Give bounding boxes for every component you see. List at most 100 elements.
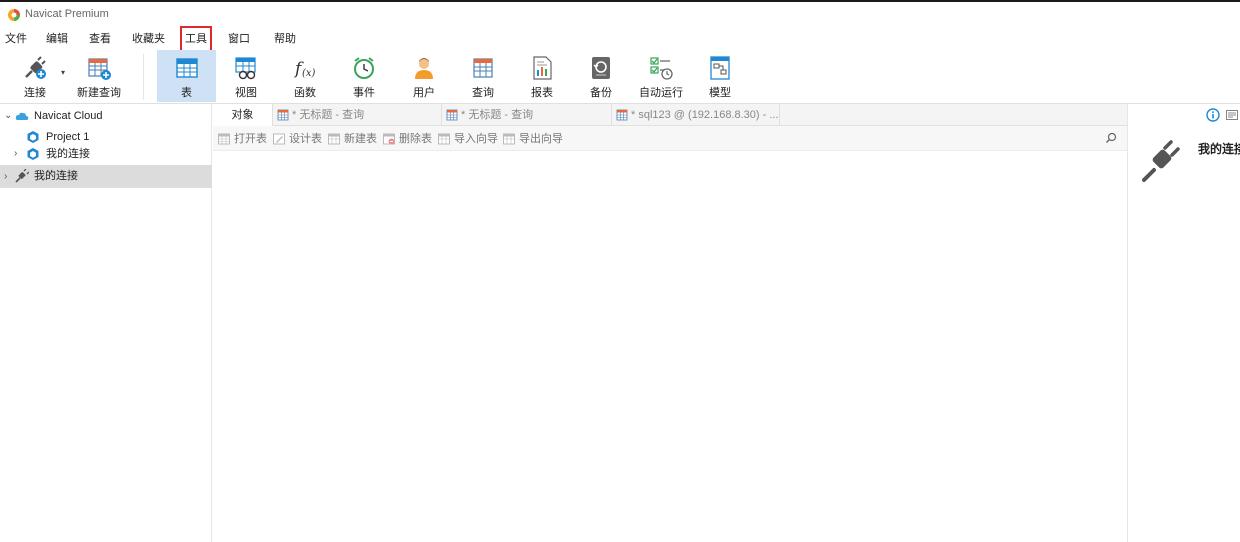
toolbar-separator bbox=[143, 54, 144, 100]
table-button[interactable]: 表 bbox=[157, 50, 216, 102]
model-icon bbox=[710, 56, 730, 80]
user-icon bbox=[415, 58, 433, 79]
design-table-icon bbox=[273, 133, 285, 145]
connect-label: 连接 bbox=[24, 87, 46, 99]
menu-tools[interactable]: 工具 bbox=[180, 26, 212, 52]
user-button[interactable]: 用户 bbox=[398, 50, 450, 102]
automation-icon bbox=[650, 57, 673, 80]
import-wizard-button[interactable]: 导入向导 bbox=[438, 132, 500, 146]
object-toolbar: 打开表 设计表 新建表 删除表 导入向导 导出向导 bbox=[213, 126, 1127, 151]
table-label: 表 bbox=[181, 87, 192, 99]
window-title: Navicat Premium bbox=[25, 8, 109, 20]
automation-label: 自动运行 bbox=[639, 87, 683, 99]
automation-button[interactable]: 自动运行 bbox=[634, 50, 688, 102]
view-button[interactable]: 视图 bbox=[220, 50, 272, 102]
ddl-icon[interactable] bbox=[1226, 110, 1238, 120]
query-button[interactable]: 查询 bbox=[457, 50, 509, 102]
project-icon bbox=[27, 131, 39, 143]
new-query-label: 新建查询 bbox=[77, 87, 121, 99]
export-wizard-button[interactable]: 导出向导 bbox=[503, 132, 565, 146]
model-label: 模型 bbox=[709, 87, 731, 99]
menu-bar: 文件 编辑 查看 收藏夹 工具 窗口 帮助 bbox=[0, 26, 1240, 52]
open-table-icon bbox=[218, 133, 230, 145]
chevron-down-icon[interactable]: ⌄ bbox=[4, 106, 12, 126]
event-button[interactable]: 事件 bbox=[338, 50, 390, 102]
delete-table-button[interactable]: 删除表 bbox=[383, 132, 435, 146]
report-icon bbox=[533, 56, 552, 80]
tree-item-local-connections[interactable]: › 我的连接 bbox=[0, 165, 212, 188]
backup-icon bbox=[592, 57, 610, 79]
info-icon[interactable] bbox=[1206, 108, 1220, 122]
plug-icon bbox=[25, 56, 46, 79]
tab-query-3-label: * sql123 @ (192.168.8.30) - ... bbox=[631, 109, 779, 121]
tab-query-2[interactable]: * 无标题 - 查询 bbox=[442, 104, 612, 126]
svg-text:(x): (x) bbox=[302, 68, 316, 79]
open-table-button[interactable]: 打开表 bbox=[218, 132, 270, 146]
design-table-button[interactable]: 设计表 bbox=[273, 132, 325, 146]
query-icon bbox=[446, 109, 458, 121]
user-label: 用户 bbox=[413, 87, 435, 99]
project-icon bbox=[27, 148, 39, 160]
query-icon bbox=[473, 58, 493, 78]
cloud-icon bbox=[15, 112, 29, 120]
delete-table-label: 删除表 bbox=[399, 133, 432, 145]
main-toolbar: 连接 ▾ 新建查询 表 视图 f (x) 函数 事件 用户 查询 报表 备份 自… bbox=[0, 50, 1240, 104]
model-button[interactable]: 模型 bbox=[694, 50, 746, 102]
query-icon bbox=[277, 109, 289, 121]
design-table-label: 设计表 bbox=[289, 133, 322, 145]
menu-window[interactable]: 窗口 bbox=[228, 31, 250, 47]
new-table-button[interactable]: 新建表 bbox=[328, 132, 380, 146]
report-button[interactable]: 报表 bbox=[516, 50, 568, 102]
open-table-label: 打开表 bbox=[234, 133, 267, 145]
new-table-label: 新建表 bbox=[344, 133, 377, 145]
function-button[interactable]: f (x) 函数 bbox=[279, 50, 331, 102]
query-label: 查询 bbox=[472, 87, 494, 99]
query-icon bbox=[616, 109, 628, 121]
connection-tree: ⌄ Navicat Cloud Project 1 › 我的连接 › 我的连接 bbox=[0, 104, 212, 542]
tab-query-1-label: * 无标题 - 查询 bbox=[292, 109, 365, 121]
backup-button[interactable]: 备份 bbox=[575, 50, 627, 102]
tab-objects[interactable]: 对象 bbox=[213, 104, 273, 126]
plug-icon bbox=[1142, 140, 1180, 182]
new-query-button[interactable]: 新建查询 bbox=[73, 50, 125, 102]
navicat-logo-icon bbox=[8, 9, 20, 21]
tree-label-local-connections: 我的连接 bbox=[34, 170, 78, 182]
backup-label: 备份 bbox=[590, 87, 612, 99]
tree-item-cloud-connections[interactable]: › 我的连接 bbox=[0, 144, 212, 164]
table-icon bbox=[175, 58, 198, 78]
plug-icon bbox=[15, 169, 29, 183]
tab-query-3[interactable]: * sql123 @ (192.168.8.30) - ... bbox=[612, 104, 780, 126]
view-icon bbox=[235, 57, 256, 80]
view-label: 视图 bbox=[235, 87, 257, 99]
event-label: 事件 bbox=[353, 87, 375, 99]
export-icon bbox=[503, 133, 515, 145]
tree-item-navicat-cloud[interactable]: ⌄ Navicat Cloud bbox=[0, 106, 212, 126]
chevron-right-icon[interactable]: › bbox=[14, 144, 17, 164]
info-panel: 我的连接 bbox=[1127, 104, 1240, 542]
menu-edit[interactable]: 编辑 bbox=[46, 31, 68, 47]
info-panel-title: 我的连接 bbox=[1198, 142, 1240, 156]
menu-help[interactable]: 帮助 bbox=[274, 31, 296, 47]
alarm-clock-icon bbox=[354, 57, 374, 79]
menu-file[interactable]: 文件 bbox=[5, 31, 27, 47]
delete-table-icon bbox=[383, 133, 395, 145]
function-icon: f (x) bbox=[293, 59, 316, 79]
tab-query-2-label: * 无标题 - 查询 bbox=[461, 109, 534, 121]
search-icon[interactable] bbox=[1105, 132, 1117, 144]
title-bar: Navicat Premium bbox=[0, 0, 1240, 28]
menu-favorites[interactable]: 收藏夹 bbox=[132, 31, 165, 47]
import-icon bbox=[438, 133, 450, 145]
chevron-right-icon[interactable]: › bbox=[4, 165, 7, 188]
tab-strip: 对象 * 无标题 - 查询 * 无标题 - 查询 * sql123 @ (192… bbox=[213, 104, 1127, 126]
import-wizard-label: 导入向导 bbox=[454, 133, 498, 145]
function-label: 函数 bbox=[294, 87, 316, 99]
object-list-area[interactable] bbox=[213, 151, 1127, 542]
tab-query-1[interactable]: * 无标题 - 查询 bbox=[273, 104, 442, 126]
tab-objects-label: 对象 bbox=[231, 109, 254, 121]
connect-button[interactable]: 连接 bbox=[10, 50, 60, 102]
new-query-icon bbox=[88, 58, 111, 80]
export-wizard-label: 导出向导 bbox=[519, 133, 563, 145]
tree-label-cloud-connections: 我的连接 bbox=[46, 148, 90, 160]
connect-dropdown-icon[interactable]: ▾ bbox=[61, 68, 65, 77]
menu-view[interactable]: 查看 bbox=[89, 31, 111, 47]
